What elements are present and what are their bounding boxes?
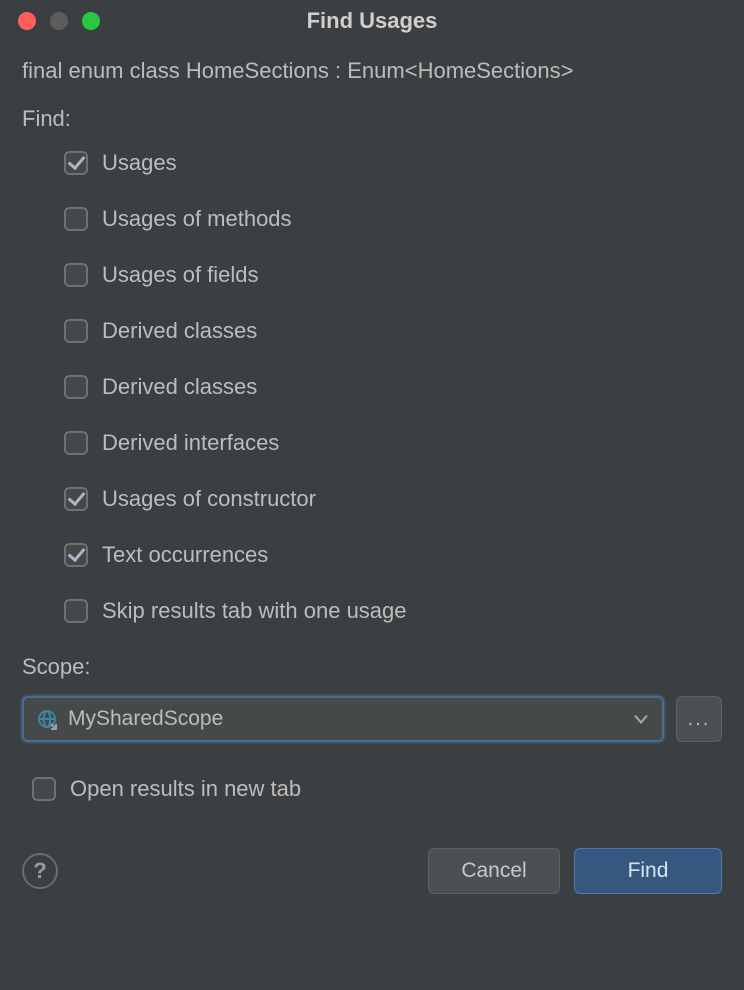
minimize-window-button[interactable] xyxy=(50,12,68,30)
option-label: Derived classes xyxy=(102,318,257,344)
maximize-window-button[interactable] xyxy=(82,12,100,30)
option-label: Text occurrences xyxy=(102,542,268,568)
chevron-down-icon xyxy=(634,708,648,731)
scope-value: MySharedScope xyxy=(68,707,223,731)
checkbox-usages-of-methods[interactable] xyxy=(64,207,88,231)
option-text-occurrences[interactable]: Text occurrences xyxy=(64,542,722,568)
window-controls xyxy=(0,12,100,30)
option-derived-classes-2[interactable]: Derived classes xyxy=(64,374,722,400)
option-usages-of-fields[interactable]: Usages of fields xyxy=(64,262,722,288)
option-label: Skip results tab with one usage xyxy=(102,598,407,624)
cancel-button[interactable]: Cancel xyxy=(428,848,560,894)
option-label: Open results in new tab xyxy=(70,776,301,802)
option-label: Usages of methods xyxy=(102,206,292,232)
option-label: Usages of fields xyxy=(102,262,259,288)
dialog-footer: ? Cancel Find xyxy=(0,848,744,894)
option-label: Usages xyxy=(102,150,177,176)
checkbox-usages[interactable] xyxy=(64,151,88,175)
scope-dropdown[interactable]: MySharedScope xyxy=(22,696,664,742)
option-usages-of-constructor[interactable]: Usages of constructor xyxy=(64,486,722,512)
checkbox-usages-of-constructor[interactable] xyxy=(64,487,88,511)
titlebar: Find Usages xyxy=(0,0,744,42)
option-usages[interactable]: Usages xyxy=(64,150,722,176)
find-options-list: Usages Usages of methods Usages of field… xyxy=(22,150,722,624)
scope-section: Scope: MySharedScope ... xyxy=(22,654,722,742)
checkbox-text-occurrences[interactable] xyxy=(64,543,88,567)
option-label: Usages of constructor xyxy=(102,486,316,512)
target-signature: final enum class HomeSections : Enum<Hom… xyxy=(22,58,722,84)
option-derived-interfaces[interactable]: Derived interfaces xyxy=(64,430,722,456)
checkbox-derived-classes-1[interactable] xyxy=(64,319,88,343)
option-usages-of-methods[interactable]: Usages of methods xyxy=(64,206,722,232)
scope-more-button[interactable]: ... xyxy=(676,696,722,742)
option-derived-classes-1[interactable]: Derived classes xyxy=(64,318,722,344)
option-label: Derived classes xyxy=(102,374,257,400)
checkbox-skip-results-tab[interactable] xyxy=(64,599,88,623)
window-title: Find Usages xyxy=(0,8,744,34)
help-button[interactable]: ? xyxy=(22,853,58,889)
scope-row: MySharedScope ... xyxy=(22,696,722,742)
find-label: Find: xyxy=(22,106,722,132)
checkbox-open-new-tab[interactable] xyxy=(32,777,56,801)
checkbox-usages-of-fields[interactable] xyxy=(64,263,88,287)
checkbox-derived-classes-2[interactable] xyxy=(64,375,88,399)
dialog-content: final enum class HomeSections : Enum<Hom… xyxy=(0,42,744,802)
find-button[interactable]: Find xyxy=(574,848,722,894)
option-open-new-tab[interactable]: Open results in new tab xyxy=(22,776,722,802)
option-skip-results-tab[interactable]: Skip results tab with one usage xyxy=(64,598,722,624)
close-window-button[interactable] xyxy=(18,12,36,30)
checkbox-derived-interfaces[interactable] xyxy=(64,431,88,455)
scope-shared-icon xyxy=(36,708,58,730)
option-label: Derived interfaces xyxy=(102,430,279,456)
scope-label: Scope: xyxy=(22,654,722,680)
